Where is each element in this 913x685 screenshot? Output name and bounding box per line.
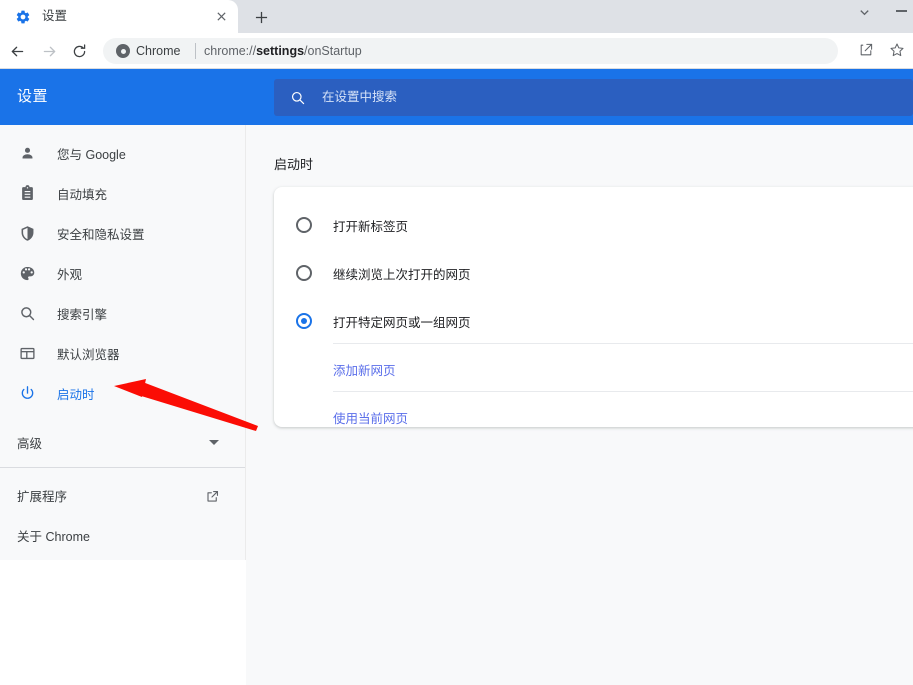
settings-sidebar: 您与 Google 自动填充 安全和隐私设置 外观 搜索引擎 默认浏览器 启动时… xyxy=(0,125,246,560)
startup-option-continue-session[interactable]: 继续浏览上次打开的网页 xyxy=(274,249,913,297)
sidebar-item-label: 默认浏览器 xyxy=(57,347,120,362)
address-bar[interactable]: Chrome chrome://settings/onStartup xyxy=(103,38,838,64)
sidebar-item-you-and-google[interactable]: 您与 Google xyxy=(0,133,245,173)
omnibox-separator xyxy=(195,43,196,59)
sidebar-item-label: 自动填充 xyxy=(57,187,108,202)
search-icon xyxy=(289,89,306,106)
link-label: 添加新网页 xyxy=(333,364,396,378)
startup-options-card: 打开新标签页 继续浏览上次打开的网页 打开特定网页或一组网页 添加新网页 使用当… xyxy=(274,187,913,427)
palette-icon xyxy=(17,263,37,283)
startup-option-label: 打开新标签页 xyxy=(333,219,409,234)
radio-button[interactable] xyxy=(296,265,312,281)
new-tab-button[interactable] xyxy=(248,6,274,32)
chevron-down-icon xyxy=(209,440,219,445)
sidebar-divider xyxy=(0,467,245,468)
gear-icon xyxy=(15,9,31,25)
tab-strip: 设置 xyxy=(0,0,913,33)
arrow-left-icon[interactable] xyxy=(4,38,30,64)
url-suffix: /onStartup xyxy=(304,44,362,58)
browser-window: 设置 Chrome chrome://settings/onStartup 设置… xyxy=(0,0,913,685)
sidebar-item-label: 外观 xyxy=(57,267,83,282)
tab-settings[interactable]: 设置 xyxy=(0,0,238,33)
sidebar-item-on-startup[interactable]: 启动时 xyxy=(0,373,245,413)
startup-option-label: 继续浏览上次打开的网页 xyxy=(333,267,471,282)
radio-button[interactable] xyxy=(296,217,312,233)
add-new-page-link[interactable]: 添加新网页 xyxy=(274,347,913,395)
shield-icon xyxy=(17,223,37,243)
share-icon[interactable] xyxy=(856,40,876,60)
sidebar-item-advanced[interactable]: 高级 xyxy=(0,423,245,465)
sidebar-item-extensions[interactable]: 扩展程序 xyxy=(0,477,245,517)
sidebar-item-search-engine[interactable]: 搜索引擎 xyxy=(0,293,245,333)
url-bold-part: settings xyxy=(256,44,305,58)
search-icon xyxy=(17,303,37,323)
sidebar-item-privacy-security[interactable]: 安全和隐私设置 xyxy=(0,213,245,253)
radio-button-selected[interactable] xyxy=(296,313,312,329)
sidebar-advanced-label: 高级 xyxy=(17,437,43,451)
startup-option-specific-pages[interactable]: 打开特定网页或一组网页 xyxy=(274,297,913,345)
page-title: 设置 xyxy=(17,88,49,105)
section-title: 启动时 xyxy=(274,157,314,172)
chrome-logo-icon xyxy=(116,44,130,58)
sidebar-item-autofill[interactable]: 自动填充 xyxy=(0,173,245,213)
link-label: 使用当前网页 xyxy=(333,412,409,426)
arrow-right-icon[interactable] xyxy=(36,38,62,64)
sidebar-item-about-chrome[interactable]: 关于 Chrome xyxy=(0,517,245,557)
omnibox-scheme-chip: Chrome xyxy=(136,44,181,58)
card-divider xyxy=(333,391,913,392)
sidebar-item-label: 您与 Google xyxy=(57,147,126,162)
card-divider xyxy=(333,343,913,344)
sidebar-item-label: 启动时 xyxy=(57,387,95,402)
sidebar-item-appearance[interactable]: 外观 xyxy=(0,253,245,293)
close-icon[interactable] xyxy=(213,9,229,25)
search-placeholder: 在设置中搜索 xyxy=(322,90,398,104)
settings-main-content: 启动时 打开新标签页 继续浏览上次打开的网页 打开特定网页或一组网页 添加新网页… xyxy=(246,125,913,685)
omnibox-url: chrome://settings/onStartup xyxy=(204,38,362,64)
search-input[interactable]: 在设置中搜索 xyxy=(274,79,913,116)
url-prefix: chrome:// xyxy=(204,44,257,58)
person-icon xyxy=(17,143,37,163)
startup-option-new-tab[interactable]: 打开新标签页 xyxy=(274,201,913,249)
star-icon[interactable] xyxy=(887,40,907,60)
startup-option-label: 打开特定网页或一组网页 xyxy=(333,315,471,330)
external-link-icon xyxy=(204,488,221,505)
power-icon xyxy=(17,383,37,403)
minimize-icon[interactable] xyxy=(890,0,912,22)
browser-window-icon xyxy=(17,343,37,363)
sidebar-item-label: 关于 Chrome xyxy=(17,530,90,544)
sidebar-item-label: 搜索引擎 xyxy=(57,307,108,322)
sidebar-item-default-browser[interactable]: 默认浏览器 xyxy=(0,333,245,373)
use-current-pages-link[interactable]: 使用当前网页 xyxy=(274,395,913,427)
browser-toolbar: Chrome chrome://settings/onStartup xyxy=(0,33,913,69)
sidebar-item-label: 安全和隐私设置 xyxy=(57,227,145,242)
clipboard-icon xyxy=(17,183,37,203)
tab-title: 设置 xyxy=(42,9,68,23)
chevron-down-icon[interactable] xyxy=(852,0,876,24)
sidebar-item-label: 扩展程序 xyxy=(17,490,68,504)
reload-icon[interactable] xyxy=(66,38,92,64)
